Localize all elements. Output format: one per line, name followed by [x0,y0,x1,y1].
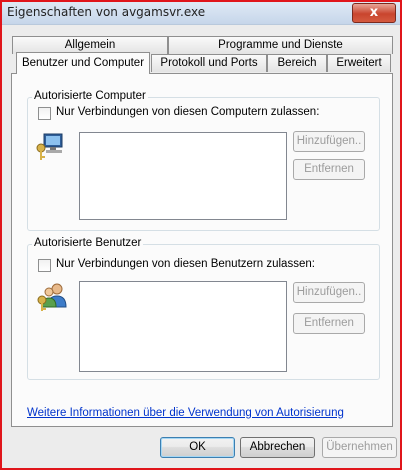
computers-checkbox[interactable] [38,107,51,120]
users-add-button[interactable]: Hinzufügen.. [293,282,365,303]
tab-benutzer-und-computer[interactable]: Benutzer und Computer [16,52,150,74]
users-list[interactable] [79,281,287,372]
tab-protokoll-und-ports[interactable]: Protokoll und Ports [151,54,267,72]
computer-key-icon [36,133,63,160]
tab-programme-und-dienste[interactable]: Programme und Dienste [168,36,393,54]
computers-add-button[interactable]: Hinzufügen.. [293,131,365,152]
ok-button[interactable]: OK [160,437,235,458]
authorization-info-link[interactable]: Weitere Informationen über die Verwendun… [27,407,344,419]
title-bar[interactable]: Eigenschaften von avgamsvr.exe x [2,2,400,25]
users-checkbox[interactable] [38,259,51,272]
computers-list[interactable] [79,132,287,220]
computers-remove-button[interactable]: Entfernen [293,159,365,180]
computers-checkbox-label[interactable]: Nur Verbindungen von diesen Computern zu… [56,106,319,118]
window-title: Eigenschaften von avgamsvr.exe [7,5,206,19]
group-label-computers: Autorisierte Computer [32,90,148,102]
close-button[interactable]: x [352,3,396,23]
group-authorized-users: Autorisierte Benutzer Nur Verbindungen v… [27,237,380,380]
tab-erweitert[interactable]: Erweitert [327,54,391,72]
apply-button[interactable]: Übernehmen [322,437,397,458]
users-checkbox-label[interactable]: Nur Verbindungen von diesen Benutzern zu… [56,258,315,270]
group-authorized-computers: Autorisierte Computer Nur Verbindungen v… [27,90,380,231]
tab-bereich[interactable]: Bereich [267,54,327,72]
users-remove-button[interactable]: Entfernen [293,313,365,334]
cancel-button[interactable]: Abbrechen [240,437,315,458]
properties-dialog: Eigenschaften von avgamsvr.exe x Allgeme… [0,0,402,470]
tab-panel: Autorisierte Computer Nur Verbindungen v… [11,73,393,427]
group-label-users: Autorisierte Benutzer [32,237,144,249]
users-key-icon [37,283,67,311]
